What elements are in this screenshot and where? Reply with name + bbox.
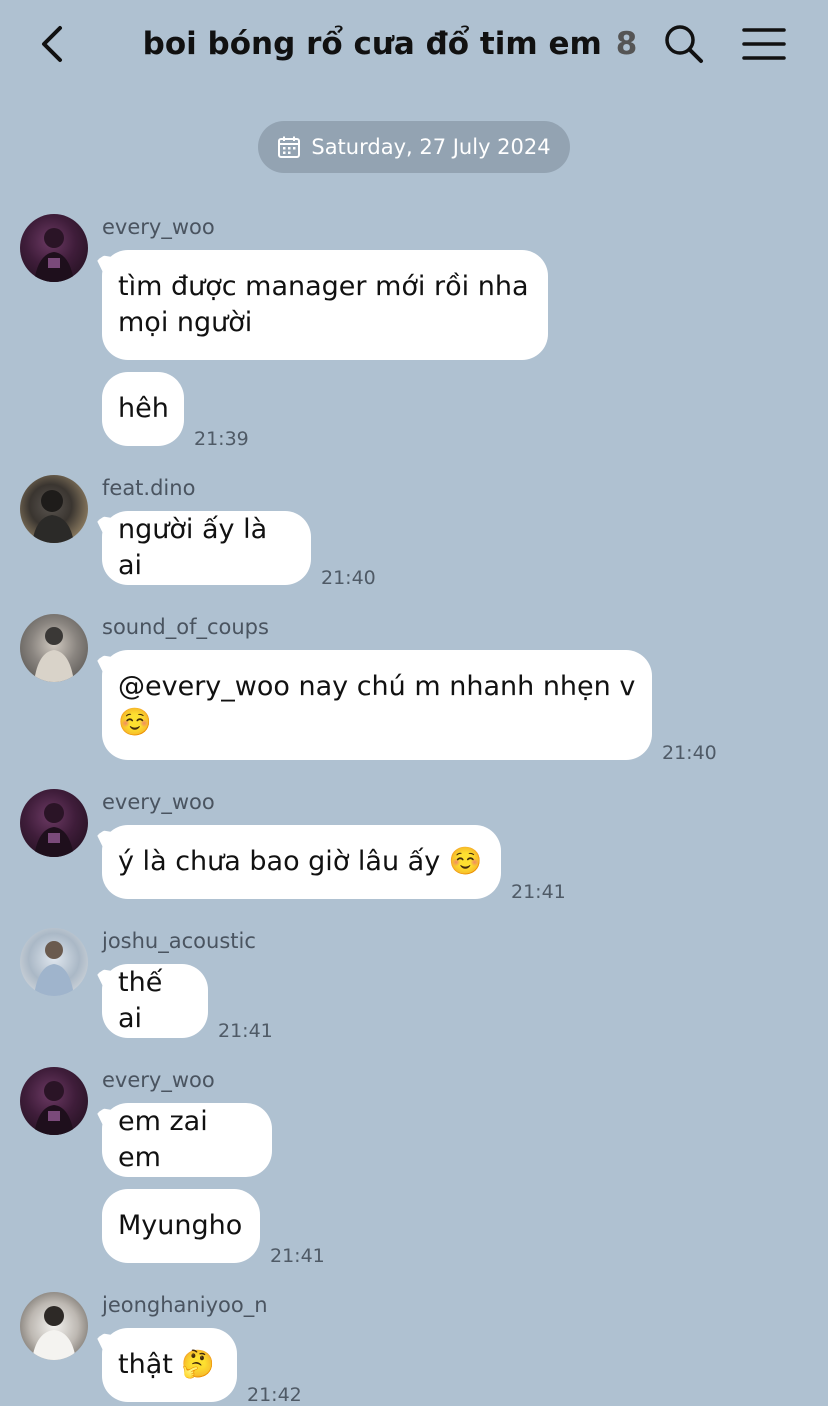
avatar[interactable] [20,614,88,682]
message-time: 21:40 [321,567,376,589]
message-time: 21:42 [247,1384,302,1406]
sender-name[interactable]: joshu_acoustic [102,929,256,953]
message-bubble[interactable]: người ấy là ai [102,511,311,585]
sender-name[interactable]: jeonghaniyoo_n [102,1293,268,1317]
sender-name[interactable]: every_woo [102,790,215,814]
avatar[interactable] [20,214,88,282]
sender-name[interactable]: every_woo [102,215,215,239]
date-divider: Saturday, 27 July 2024 [258,121,570,173]
message-time: 21:41 [218,1020,273,1042]
message-bubble[interactable]: @every_woo nay chú m nhanh nhẹn v ☺️ [102,650,652,760]
message-bubble[interactable]: Myungho [102,1189,260,1263]
search-icon[interactable] [662,22,706,66]
message-bubble[interactable]: thật 🤔 [102,1328,237,1402]
sender-name[interactable]: feat.dino [102,476,195,500]
chat-title-area[interactable]: boi bóng rổ cưa đổ tim em 8 [120,22,660,66]
member-count: 8 [615,26,638,62]
avatar[interactable] [20,789,88,857]
calendar-icon [278,136,301,158]
chat-header: boi bóng rổ cưa đổ tim em 8 [0,0,828,88]
message-bubble[interactable]: em zai em [102,1103,272,1177]
chevron-left-icon[interactable] [34,22,74,66]
avatar[interactable] [20,1292,88,1360]
avatar[interactable] [20,475,88,543]
message-time: 21:41 [511,881,566,903]
message-bubble[interactable]: tìm được manager mới rồi nha mọi người [102,250,548,360]
sender-name[interactable]: sound_of_coups [102,615,269,639]
chat-title: boi bóng rổ cưa đổ tim em [142,26,602,62]
hamburger-menu-icon[interactable] [740,22,788,66]
message-bubble[interactable]: ý là chưa bao giờ lâu ấy ☺️ [102,825,501,899]
message-bubble[interactable]: hêh [102,372,184,446]
avatar[interactable] [20,1067,88,1135]
message-time: 21:40 [662,742,717,764]
message-time: 21:39 [194,428,249,450]
date-divider-text: Saturday, 27 July 2024 [311,135,551,159]
message-time: 21:41 [270,1245,325,1267]
message-bubble[interactable]: thế ai [102,964,208,1038]
sender-name[interactable]: every_woo [102,1068,215,1092]
avatar[interactable] [20,928,88,996]
